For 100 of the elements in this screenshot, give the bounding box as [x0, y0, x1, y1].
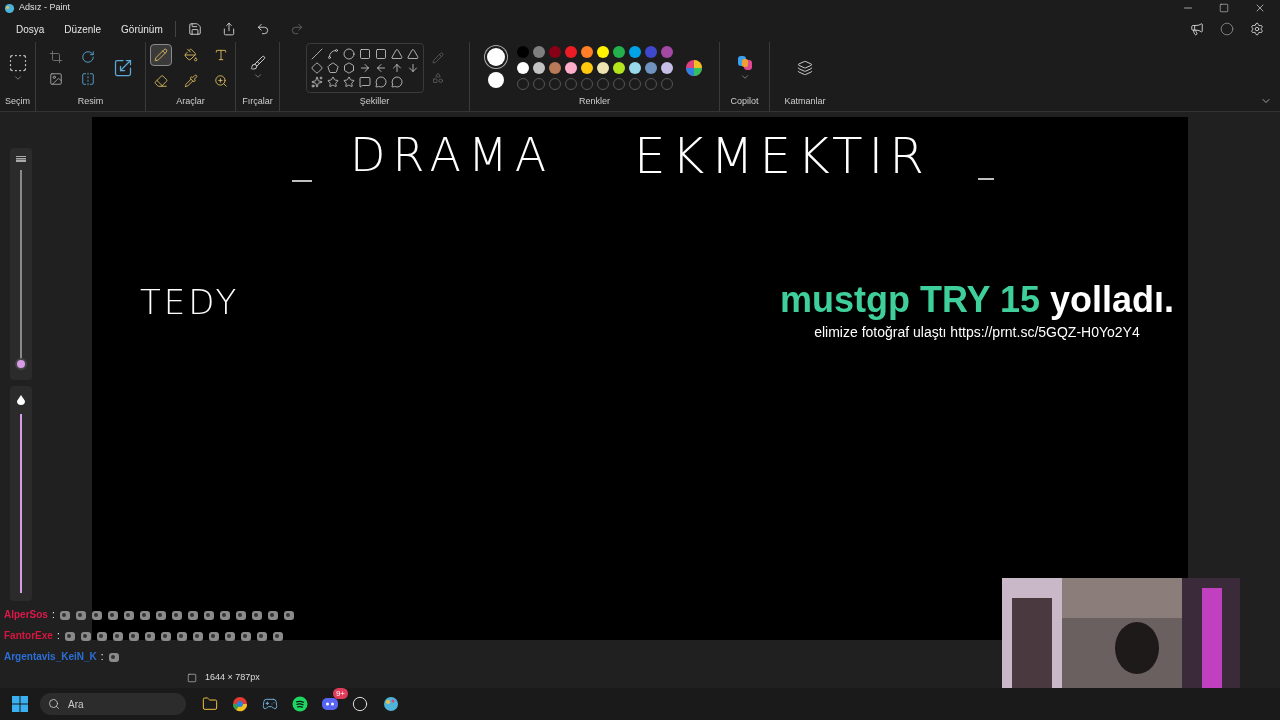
color-swatch[interactable] [548, 46, 561, 59]
circle-icon[interactable] [342, 48, 355, 61]
arrow-up-icon[interactable] [390, 62, 403, 75]
sparkle-icon[interactable] [310, 76, 323, 89]
emote-icon [106, 608, 119, 621]
text-icon [213, 48, 228, 63]
emote-icon [143, 629, 156, 642]
brush-icon[interactable] [249, 55, 266, 72]
color-swatch[interactable] [596, 62, 609, 75]
color-swatch[interactable] [532, 46, 545, 59]
emote-icon [95, 629, 108, 642]
star-icon[interactable] [326, 76, 339, 89]
undo-icon[interactable] [255, 22, 270, 36]
menu-item[interactable]: Dosya [8, 21, 53, 37]
square-icon[interactable] [358, 48, 371, 61]
color-swatch[interactable] [532, 62, 545, 75]
emote-icon [170, 608, 183, 621]
color-swatch[interactable] [564, 46, 577, 59]
music-app-icon[interactable] [292, 696, 308, 712]
emote-icon [271, 629, 284, 642]
secondary-color-swatch[interactable] [487, 72, 504, 89]
chat-app-icon[interactable] [322, 696, 338, 712]
arrow-right-icon[interactable] [358, 62, 371, 75]
crop-icon[interactable] [48, 50, 63, 65]
search-icon [48, 698, 60, 710]
arrow-left-icon[interactable] [374, 62, 387, 75]
arrow-down-icon[interactable] [406, 62, 419, 75]
hexagon-icon[interactable] [342, 62, 355, 75]
selection-icon[interactable] [7, 53, 28, 74]
speech-bubble-icon[interactable] [390, 76, 403, 89]
folder-icon[interactable] [202, 696, 218, 712]
color-swatch[interactable] [564, 62, 577, 75]
color-swatch[interactable] [644, 62, 657, 75]
copilot-icon[interactable] [735, 54, 754, 73]
color-swatch[interactable] [660, 46, 673, 59]
search-input[interactable]: Ara [68, 696, 138, 712]
paint-app-icon[interactable] [382, 695, 400, 713]
triangle-icon[interactable] [390, 48, 403, 61]
emote-icon [266, 608, 279, 621]
speech-bubble-icon[interactable] [358, 76, 371, 89]
color-swatch[interactable] [596, 46, 609, 59]
emote-icon [138, 608, 151, 621]
canvas-size-icon [187, 673, 197, 683]
drawing-canvas[interactable]: DRAMA EKMEKTIR TEDY mustgp TRY 15 yolladı. elimize fotoğraf ulaştı https://prnt.sc/5GQZ-H0Yo2Y4 [92, 117, 1188, 640]
color-swatch[interactable] [516, 62, 529, 75]
color-swatch[interactable] [580, 46, 593, 59]
menu-item[interactable]: Düzenle [56, 21, 110, 37]
diamond-icon[interactable] [310, 62, 323, 75]
taskbar-search-field[interactable]: Ara [40, 693, 186, 715]
resize-icon[interactable] [112, 58, 133, 79]
line-icon[interactable] [310, 48, 323, 61]
color-swatch[interactable] [628, 62, 641, 75]
donation-title: mustgp TRY 15 yolladı. [779, 278, 1174, 322]
image-icon[interactable] [48, 72, 63, 87]
slider-thumb[interactable] [15, 358, 27, 370]
size-slider-track[interactable] [15, 170, 27, 370]
share-icon[interactable] [221, 22, 236, 36]
line-width-icon [16, 156, 26, 162]
tool-button[interactable] [149, 44, 172, 67]
color-swatch[interactable] [612, 62, 625, 75]
settings-icon[interactable] [1250, 22, 1264, 36]
color-wheel-icon[interactable] [684, 59, 703, 78]
shape-gallery[interactable] [305, 43, 424, 94]
emote-icon [175, 629, 188, 642]
emote-icon [63, 629, 76, 642]
star-icon[interactable] [342, 76, 355, 89]
pentagon-icon[interactable] [326, 62, 339, 75]
emote-icon [111, 629, 124, 642]
menu-item[interactable]: Görünüm [113, 21, 171, 37]
emote-icon [58, 608, 71, 621]
save-icon[interactable] [187, 22, 202, 36]
eraser-icon [153, 74, 168, 89]
layers-icon[interactable] [797, 60, 813, 77]
paint-logo-icon [4, 2, 15, 14]
handwritten-text: DRAMA [350, 127, 554, 184]
megaphone-icon[interactable] [1190, 22, 1204, 36]
close-icon [1254, 2, 1266, 14]
flip-icon[interactable] [80, 72, 95, 87]
curve-icon[interactable] [326, 48, 339, 61]
zoom-icon [213, 74, 228, 89]
color-swatch[interactable] [660, 62, 673, 75]
color-swatch[interactable] [580, 62, 593, 75]
emote-icon [191, 629, 204, 642]
color-swatch[interactable] [612, 46, 625, 59]
square-icon[interactable] [374, 48, 387, 61]
group-label: Copilot [730, 94, 759, 108]
browser-icon[interactable] [232, 696, 248, 712]
color-swatch[interactable] [548, 62, 561, 75]
triangle-icon[interactable] [406, 48, 419, 61]
primary-color-swatch[interactable] [486, 48, 505, 67]
windows-start-icon[interactable] [12, 696, 28, 712]
speech-bubble-icon[interactable] [374, 76, 387, 89]
chat-separator: : [100, 650, 104, 664]
canvas-size: 1644 × 787px [205, 671, 260, 685]
color-swatch[interactable] [644, 46, 657, 59]
rotate-icon[interactable] [80, 50, 95, 65]
color-swatch[interactable] [516, 46, 529, 59]
chat-username: Argentavis_KeiN_K [4, 650, 97, 664]
color-swatch[interactable] [628, 46, 641, 59]
eyedropper-icon [183, 74, 198, 89]
